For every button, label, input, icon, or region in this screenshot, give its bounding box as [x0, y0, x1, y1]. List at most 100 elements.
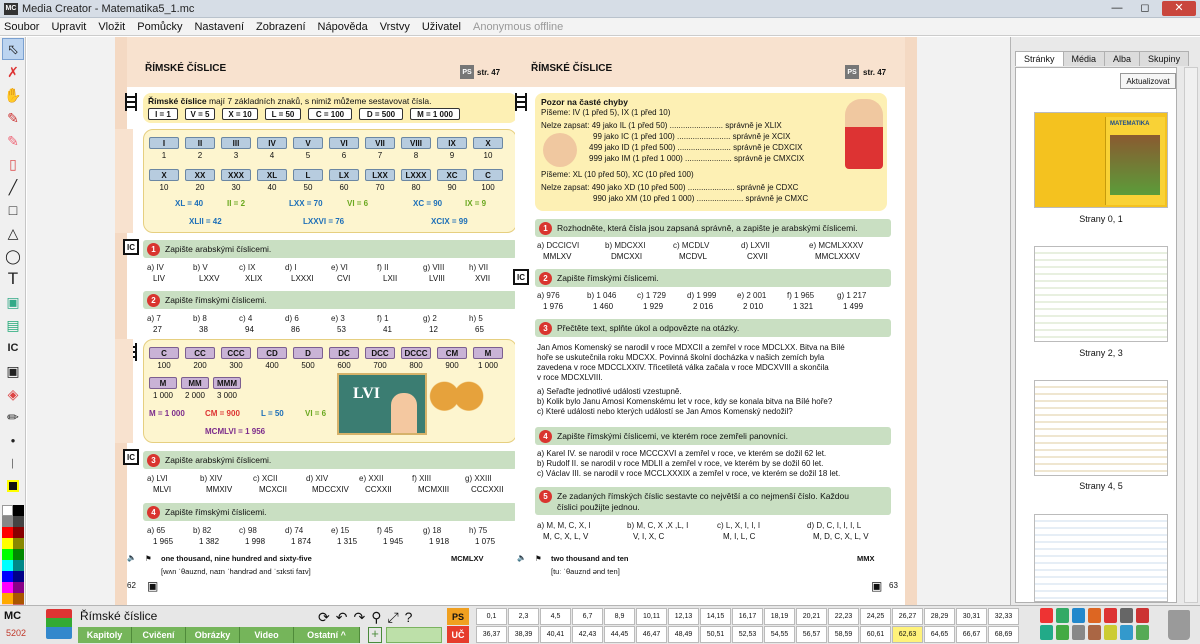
- page-cell[interactable]: 0,1: [476, 608, 507, 625]
- ps-badge[interactable]: PS: [460, 65, 474, 79]
- close-button[interactable]: ✕: [1162, 1, 1196, 16]
- color-swatch[interactable]: [13, 527, 24, 538]
- document-canvas[interactable]: ŘÍMSKÉ ČÍSLICE PS str. 47 Římské číslice…: [27, 37, 1010, 605]
- page-cell[interactable]: 36,37: [476, 626, 507, 643]
- page-cell[interactable]: 50,51: [700, 626, 731, 643]
- page-cell[interactable]: 12,13: [668, 608, 699, 625]
- page-cell[interactable]: 14,15: [700, 608, 731, 625]
- color-swatch[interactable]: [13, 582, 24, 593]
- page-cell[interactable]: 48,49: [668, 626, 699, 643]
- menu-pomucky[interactable]: Pomůcky: [137, 21, 182, 33]
- thumbnail-page[interactable]: [1034, 380, 1168, 476]
- tab-stranky[interactable]: Stránky: [1015, 51, 1064, 66]
- ps-button[interactable]: PS: [447, 608, 469, 625]
- timer-icon[interactable]: [1088, 608, 1101, 623]
- ps-badge[interactable]: PS: [845, 65, 859, 79]
- page-cell[interactable]: 26,27: [892, 608, 923, 625]
- uc-button[interactable]: UČ: [447, 626, 469, 643]
- page-cell[interactable]: 68,69: [988, 626, 1019, 643]
- speaker-icon[interactable]: 🔈: [517, 553, 526, 562]
- color-swatch[interactable]: [2, 505, 13, 516]
- color-swatch[interactable]: [13, 505, 24, 516]
- page-cell[interactable]: 62,63: [892, 626, 923, 643]
- color-swatch[interactable]: [2, 527, 13, 538]
- fill-bucket-icon[interactable]: ◈: [2, 383, 24, 405]
- menu-upravit[interactable]: Upravit: [51, 21, 86, 33]
- line-icon[interactable]: ╱: [2, 176, 24, 198]
- color-swatch[interactable]: [13, 571, 24, 582]
- thumbnail-page[interactable]: MATEMATIKA: [1034, 112, 1168, 208]
- line-width-icon[interactable]: ●: [2, 429, 24, 451]
- video-camera-icon[interactable]: ▣: [871, 579, 882, 593]
- page-cell[interactable]: 18,19: [764, 608, 795, 625]
- undo-icon[interactable]: ↶: [336, 609, 348, 626]
- tab-media[interactable]: Média: [1062, 51, 1106, 66]
- page-cell[interactable]: 54,55: [764, 626, 795, 643]
- select-arrow-icon[interactable]: ⬁: [2, 38, 24, 60]
- page-cell[interactable]: 32,33: [988, 608, 1019, 625]
- keyboard-icon[interactable]: [1120, 625, 1133, 640]
- color-swatch[interactable]: [2, 516, 13, 527]
- ic-icon[interactable]: IC: [123, 449, 139, 465]
- triangle-icon[interactable]: [1088, 625, 1101, 640]
- page-input[interactable]: [386, 627, 442, 643]
- page-cell[interactable]: 66,67: [956, 626, 987, 643]
- update-button[interactable]: Aktualizovat: [1120, 73, 1176, 89]
- camera-icon[interactable]: ▣: [2, 360, 24, 382]
- tab-skupiny[interactable]: Skupiny: [1139, 51, 1190, 66]
- puzzle-icon[interactable]: [1056, 625, 1069, 640]
- video-button[interactable]: Video: [240, 627, 294, 643]
- menu-soubor[interactable]: Soubor: [4, 21, 39, 33]
- trash-icon[interactable]: [1168, 610, 1190, 640]
- color-swatch[interactable]: [13, 516, 24, 527]
- rectangle-icon[interactable]: □: [2, 199, 24, 221]
- ic-icon[interactable]: IC: [123, 239, 139, 255]
- help-icon[interactable]: ?: [405, 609, 413, 626]
- page-cell[interactable]: 20,21: [796, 608, 827, 625]
- minimize-button[interactable]: —: [1106, 1, 1128, 16]
- text-icon[interactable]: T: [2, 268, 24, 290]
- tools-icon[interactable]: [1136, 608, 1149, 623]
- page-cell[interactable]: 2,3: [508, 608, 539, 625]
- tab-alba[interactable]: Alba: [1104, 51, 1141, 66]
- google-icon[interactable]: [1040, 608, 1053, 623]
- speaker-icon[interactable]: 🔈: [127, 553, 136, 562]
- color-swatch[interactable]: [13, 538, 24, 549]
- notes-icon[interactable]: [1136, 625, 1149, 640]
- phone-icon[interactable]: [1040, 625, 1053, 640]
- eyedropper-icon[interactable]: ✏: [2, 406, 24, 428]
- page-cell[interactable]: 24,25: [860, 608, 891, 625]
- image-insert-icon[interactable]: ▣: [2, 291, 24, 313]
- page-cell[interactable]: 42,43: [572, 626, 603, 643]
- menu-uzivatel[interactable]: Uživatel: [422, 21, 461, 33]
- clock-icon[interactable]: [1104, 608, 1117, 623]
- page-cell[interactable]: 38,39: [508, 626, 539, 643]
- page-cell[interactable]: 52,53: [732, 626, 763, 643]
- highlighter-icon[interactable]: ✎: [2, 130, 24, 152]
- ostatni-button[interactable]: Ostatní ^: [294, 627, 360, 643]
- ruler-icon[interactable]: [1104, 625, 1117, 640]
- page-cell[interactable]: 4,5: [540, 608, 571, 625]
- map-icon[interactable]: [1072, 608, 1085, 623]
- geogebra-icon[interactable]: [1056, 608, 1069, 623]
- add-icon[interactable]: +: [368, 627, 382, 643]
- video-camera-icon[interactable]: ▣: [147, 579, 158, 593]
- erase-cross-icon[interactable]: ✗: [2, 61, 24, 83]
- fit-icon[interactable]: ⤢: [387, 609, 398, 626]
- ic-icon[interactable]: IC: [2, 337, 24, 359]
- page-cell[interactable]: 64,65: [924, 626, 955, 643]
- zoom-icon[interactable]: ⚲: [371, 609, 381, 626]
- polygon-icon[interactable]: △: [2, 222, 24, 244]
- eraser-icon[interactable]: ▯: [2, 153, 24, 175]
- page-cell[interactable]: 16,17: [732, 608, 763, 625]
- cviceni-button[interactable]: Cvičení: [132, 627, 186, 643]
- page-cell[interactable]: 44,45: [604, 626, 635, 643]
- panel-scrollbar[interactable]: [1184, 67, 1198, 603]
- screen-insert-icon[interactable]: ▤: [2, 314, 24, 336]
- page-cell[interactable]: 60,61: [860, 626, 891, 643]
- menu-vrstvy[interactable]: Vrstvy: [380, 21, 410, 33]
- color-swatch[interactable]: [2, 593, 13, 604]
- page-cell[interactable]: 28,29: [924, 608, 955, 625]
- page-cell[interactable]: 30,31: [956, 608, 987, 625]
- page-cell[interactable]: 10,11: [636, 608, 667, 625]
